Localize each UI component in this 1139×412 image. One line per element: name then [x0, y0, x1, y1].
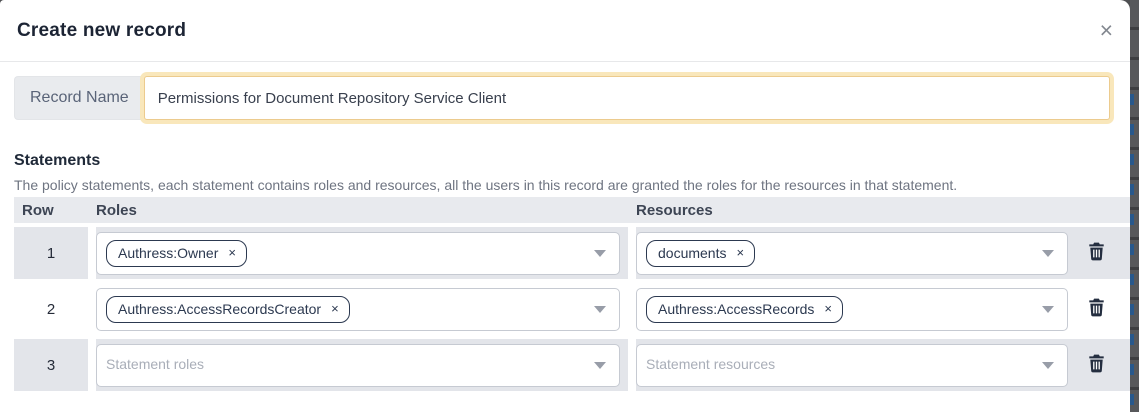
tag-remove-icon[interactable]: ×: [331, 302, 339, 315]
row-number-cell: 3: [14, 339, 96, 391]
table-header-row: Row Roles Resources: [14, 197, 1130, 223]
tag-label: Authress:AccessRecordsCreator: [118, 301, 321, 317]
selected-tag: Authress:Owner ×: [106, 240, 247, 267]
roles-placeholder: Statement roles: [106, 356, 204, 372]
selected-tag: Authress:AccessRecords ×: [646, 296, 843, 323]
statements-heading: Statements: [14, 152, 1116, 170]
statements-table: Row Roles Resources 1 Authress:Owner × do…: [14, 193, 1130, 395]
row-number-cell: 1: [14, 227, 96, 279]
close-icon[interactable]: ×: [1100, 19, 1113, 42]
statement-row: 3 Statement roles Statement resources: [14, 339, 1130, 391]
statements-description: The policy statements, each statement co…: [14, 177, 1116, 193]
delete-row-button[interactable]: [1086, 296, 1107, 319]
column-header-row: Row: [14, 197, 96, 223]
record-name-label: Record Name: [14, 76, 144, 120]
modal-body: Record Name Statements The policy statem…: [0, 62, 1130, 395]
chevron-down-icon: [594, 306, 606, 313]
roles-select[interactable]: Authress:Owner ×: [96, 232, 620, 275]
background-page-strip: [1130, 0, 1139, 412]
tag-remove-icon[interactable]: ×: [228, 246, 236, 259]
resources-select[interactable]: documents ×: [636, 232, 1068, 275]
modal-title: Create new record: [17, 20, 186, 42]
row-number-cell: 2: [14, 283, 96, 335]
modal-header: Create new record ×: [0, 0, 1130, 62]
resources-placeholder: Statement resources: [646, 356, 775, 372]
statement-row: 1 Authress:Owner × documents ×: [14, 227, 1130, 279]
create-record-modal: Create new record × Record Name Statemen…: [0, 0, 1130, 412]
record-name-input[interactable]: [144, 76, 1110, 120]
trash-icon: [1088, 298, 1105, 317]
tag-label: Authress:AccessRecords: [658, 301, 814, 317]
roles-select[interactable]: Statement roles: [96, 344, 620, 387]
selected-tag: documents ×: [646, 240, 755, 267]
chevron-down-icon: [1042, 362, 1054, 369]
statement-row: 2 Authress:AccessRecordsCreator × Authres…: [14, 283, 1130, 335]
chevron-down-icon: [1042, 250, 1054, 257]
chevron-down-icon: [594, 362, 606, 369]
tag-remove-icon[interactable]: ×: [824, 302, 832, 315]
delete-row-button[interactable]: [1086, 240, 1107, 263]
trash-icon: [1088, 354, 1105, 373]
record-name-group: Record Name: [14, 76, 1114, 120]
column-header-resources: Resources: [636, 197, 1076, 223]
selected-tag: Authress:AccessRecordsCreator ×: [106, 296, 350, 323]
roles-select[interactable]: Authress:AccessRecordsCreator ×: [96, 288, 620, 331]
chevron-down-icon: [1042, 306, 1054, 313]
tag-remove-icon[interactable]: ×: [736, 246, 744, 259]
tag-label: documents: [658, 245, 726, 261]
delete-row-button[interactable]: [1086, 352, 1107, 375]
tag-label: Authress:Owner: [118, 245, 218, 261]
resources-select[interactable]: Authress:AccessRecords ×: [636, 288, 1068, 331]
trash-icon: [1088, 242, 1105, 261]
column-header-actions: [1076, 197, 1130, 223]
resources-select[interactable]: Statement resources: [636, 344, 1068, 387]
column-header-roles: Roles: [96, 197, 636, 223]
chevron-down-icon: [594, 250, 606, 257]
